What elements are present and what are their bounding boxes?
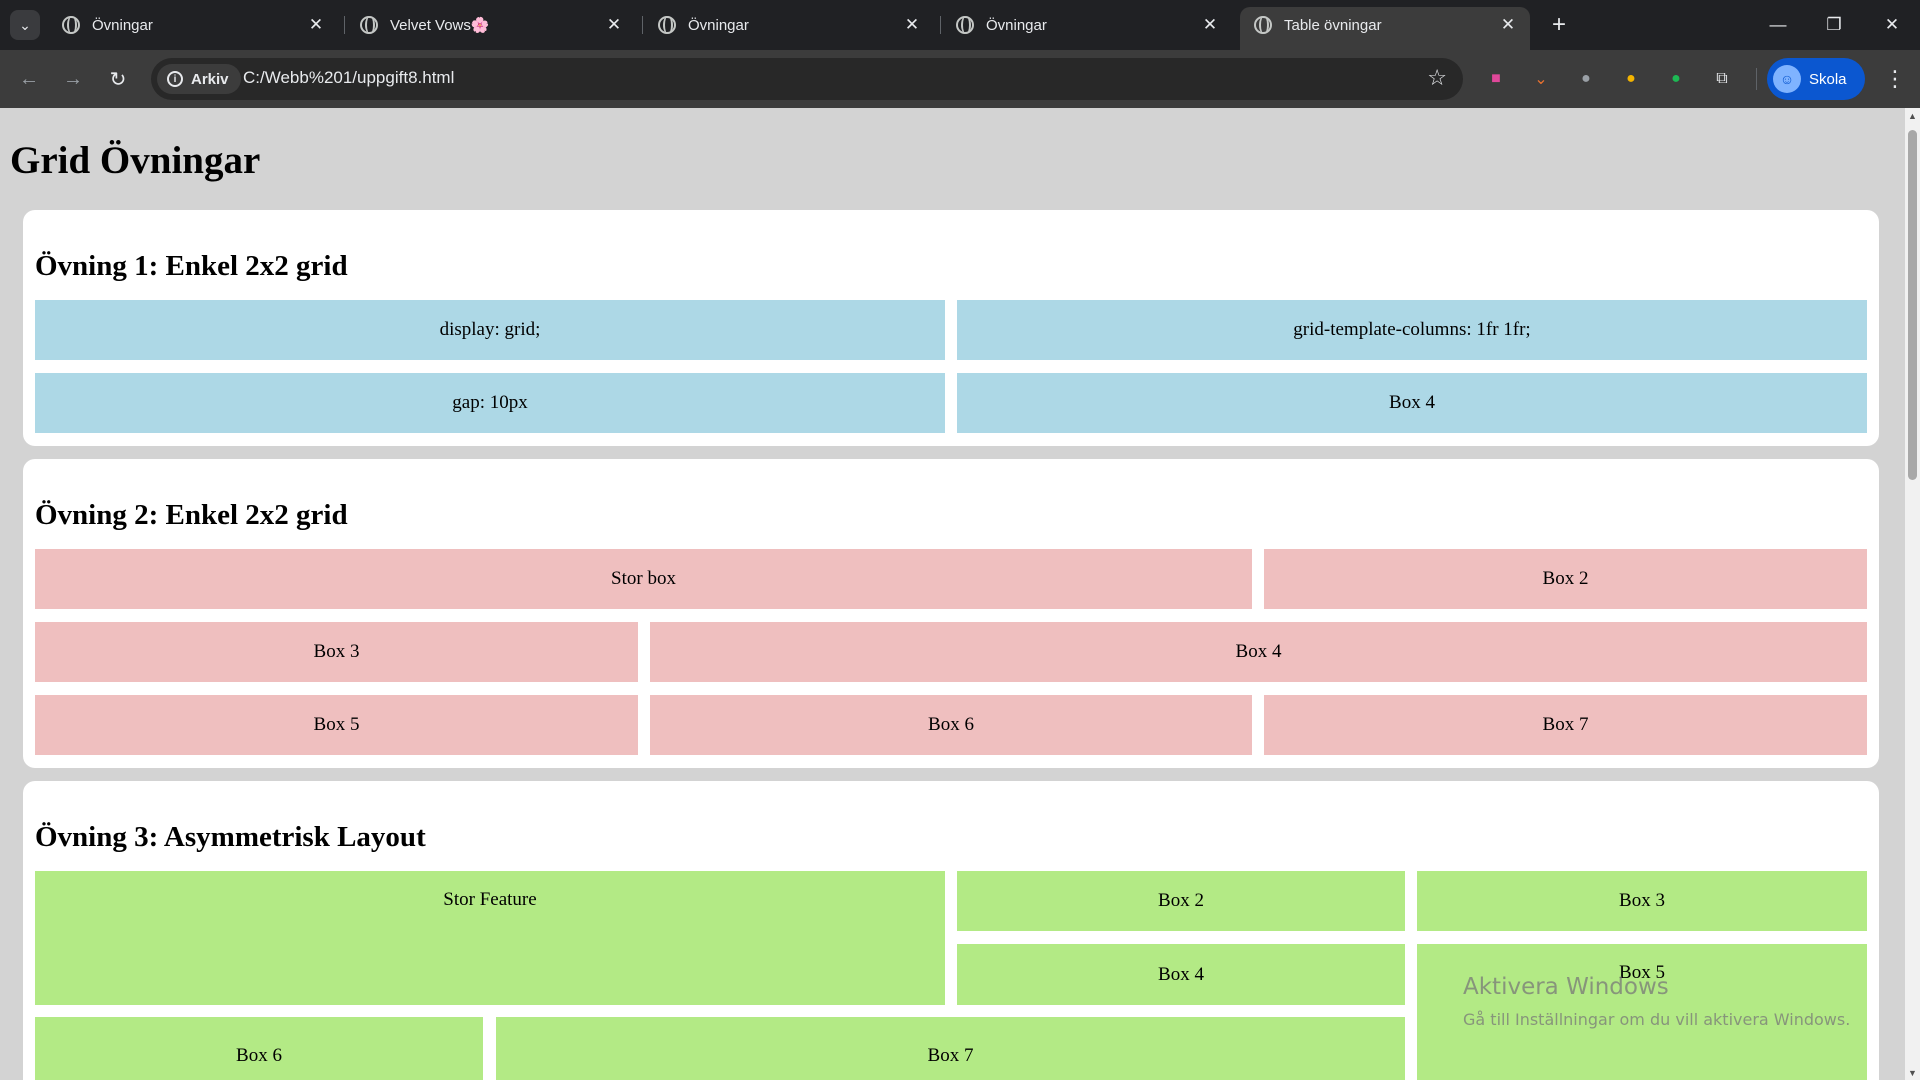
browser-toolbar: ← → ↻ i Arkiv C:/Webb%201/uppgift8.html … bbox=[0, 50, 1920, 108]
new-tab-button[interactable]: + bbox=[1544, 10, 1574, 40]
section-heading: Övning 2: Enkel 2x2 grid bbox=[35, 499, 348, 531]
grid-box: Box 6 bbox=[35, 1017, 483, 1080]
video-extension-icon[interactable]: ■ bbox=[1484, 67, 1508, 91]
plus-icon: + bbox=[1551, 11, 1566, 38]
section-heading: Övning 1: Enkel 2x2 grid bbox=[35, 250, 348, 282]
scroll-up-arrow-icon[interactable]: ▲ bbox=[1905, 108, 1920, 123]
spotify-extension-icon[interactable]: ● bbox=[1664, 67, 1688, 91]
tab-title: Velvet Vows🌸 bbox=[390, 17, 490, 34]
tab-separator bbox=[940, 16, 941, 34]
globe-icon bbox=[658, 16, 676, 34]
circle-extension-icon[interactable]: ● bbox=[1574, 67, 1598, 91]
grid-box: Box 3 bbox=[35, 622, 638, 682]
page-scrollbar[interactable]: ▲ ▼ bbox=[1905, 108, 1920, 1080]
scroll-down-arrow-icon[interactable]: ▼ bbox=[1905, 1065, 1920, 1080]
more-vertical-icon: ⋮ bbox=[1884, 66, 1906, 91]
globe-icon bbox=[1254, 16, 1272, 34]
site-info-label: Arkiv bbox=[191, 70, 229, 88]
arrow-right-icon: → bbox=[63, 67, 83, 90]
grid-box: Box 2 bbox=[1264, 549, 1867, 609]
avatar: ☺ bbox=[1773, 65, 1801, 93]
profile-name: Skola bbox=[1809, 70, 1847, 88]
profile-button[interactable]: ☺ Skola bbox=[1767, 58, 1865, 100]
close-icon[interactable]: ✕ bbox=[306, 15, 326, 35]
puzzle-icon[interactable]: ⧉ bbox=[1710, 67, 1734, 91]
close-window-button[interactable]: ✕ bbox=[1864, 0, 1920, 50]
section-heading: Övning 3: Asymmetrisk Layout bbox=[35, 821, 426, 853]
section-exercise-2: Övning 2: Enkel 2x2 grid Stor box Box 2 … bbox=[23, 459, 1879, 768]
minimize-button[interactable]: — bbox=[1750, 0, 1806, 50]
tab-title: Övningar bbox=[986, 16, 1047, 34]
page-title: Grid Övningar bbox=[10, 139, 261, 182]
more-menu-button[interactable]: ⋮ bbox=[1880, 64, 1910, 94]
grid-box: Box 4 bbox=[650, 622, 1867, 682]
tab-title: Table övningar bbox=[1284, 16, 1382, 34]
close-icon[interactable]: ✕ bbox=[1498, 15, 1518, 35]
page-viewport: Grid Övningar Övning 1: Enkel 2x2 grid d… bbox=[0, 108, 1905, 1080]
forward-button[interactable]: → bbox=[58, 64, 88, 94]
tab-4[interactable]: Övningar ✕ bbox=[942, 7, 1232, 43]
grid-box: Box 7 bbox=[1264, 695, 1867, 755]
toolbar-separator bbox=[1756, 68, 1757, 90]
url-text[interactable]: C:/Webb%201/uppgift8.html bbox=[243, 68, 454, 88]
grid-box: grid-template-columns: 1fr 1fr; bbox=[957, 300, 1867, 360]
scrollbar-thumb[interactable] bbox=[1908, 130, 1917, 480]
address-bar[interactable]: i Arkiv C:/Webb%201/uppgift8.html ☆ bbox=[151, 58, 1463, 100]
bookmark-star-icon[interactable]: ☆ bbox=[1427, 65, 1447, 91]
globe-icon bbox=[360, 16, 378, 34]
watermark-subtitle: Gå till Inställningar om du vill aktiver… bbox=[1463, 1010, 1851, 1029]
tab-5-active[interactable]: Table övningar ✕ bbox=[1240, 7, 1530, 50]
grid-box: Box 2 bbox=[957, 871, 1405, 931]
restore-button[interactable]: ❐ bbox=[1806, 0, 1862, 50]
grid-box-feature: Stor Feature bbox=[35, 871, 945, 1005]
globe-icon bbox=[956, 16, 974, 34]
tab-title: Övningar bbox=[92, 16, 153, 34]
globe-icon bbox=[62, 16, 80, 34]
grid-box: Box 3 bbox=[1417, 871, 1867, 931]
grid-box: Box 4 bbox=[957, 373, 1867, 433]
close-icon[interactable]: ✕ bbox=[902, 15, 922, 35]
grid-box: display: grid; bbox=[35, 300, 945, 360]
close-icon[interactable]: ✕ bbox=[604, 15, 624, 35]
site-info-chip[interactable]: i Arkiv bbox=[157, 64, 241, 94]
grid-box: Stor box bbox=[35, 549, 1252, 609]
check-extension-icon[interactable]: ● bbox=[1619, 67, 1643, 91]
section-exercise-3: Övning 3: Asymmetrisk Layout Stor Featur… bbox=[23, 781, 1879, 1080]
grid-box: Box 4 bbox=[957, 944, 1405, 1005]
arrow-extension-icon[interactable]: ⌄ bbox=[1529, 67, 1553, 91]
tab-search-button[interactable]: ⌄ bbox=[10, 10, 40, 40]
minimize-icon: — bbox=[1769, 15, 1787, 34]
watermark-title: Aktivera Windows bbox=[1463, 974, 1669, 1000]
info-icon: i bbox=[167, 71, 183, 87]
close-icon: ✕ bbox=[1884, 15, 1900, 34]
reload-button[interactable]: ↻ bbox=[103, 64, 133, 94]
chevron-down-icon: ⌄ bbox=[19, 16, 31, 33]
windows-activation-watermark: Aktivera Windows Gå till Inställningar o… bbox=[1463, 974, 1850, 1029]
tab-strip: ⌄ Övningar ✕ Velvet Vows🌸 ✕ Övningar ✕ Ö… bbox=[0, 0, 1920, 50]
tab-separator bbox=[642, 16, 643, 34]
tab-title: Övningar bbox=[688, 16, 749, 34]
reload-icon: ↻ bbox=[109, 68, 127, 91]
grid-box: Box 7 bbox=[496, 1017, 1405, 1080]
tab-separator bbox=[344, 16, 345, 34]
tab-2[interactable]: Velvet Vows🌸 ✕ bbox=[346, 7, 636, 43]
tab-3[interactable]: Övningar ✕ bbox=[644, 7, 934, 43]
grid-box: Box 5 bbox=[35, 695, 638, 755]
restore-icon: ❐ bbox=[1826, 15, 1842, 34]
arrow-left-icon: ← bbox=[19, 67, 39, 90]
close-icon[interactable]: ✕ bbox=[1200, 15, 1220, 35]
grid-box: gap: 10px bbox=[35, 373, 945, 433]
section-exercise-1: Övning 1: Enkel 2x2 grid display: grid; … bbox=[23, 210, 1879, 446]
back-button[interactable]: ← bbox=[14, 64, 44, 94]
grid-box: Box 6 bbox=[650, 695, 1252, 755]
tab-1[interactable]: Övningar ✕ bbox=[48, 7, 338, 43]
